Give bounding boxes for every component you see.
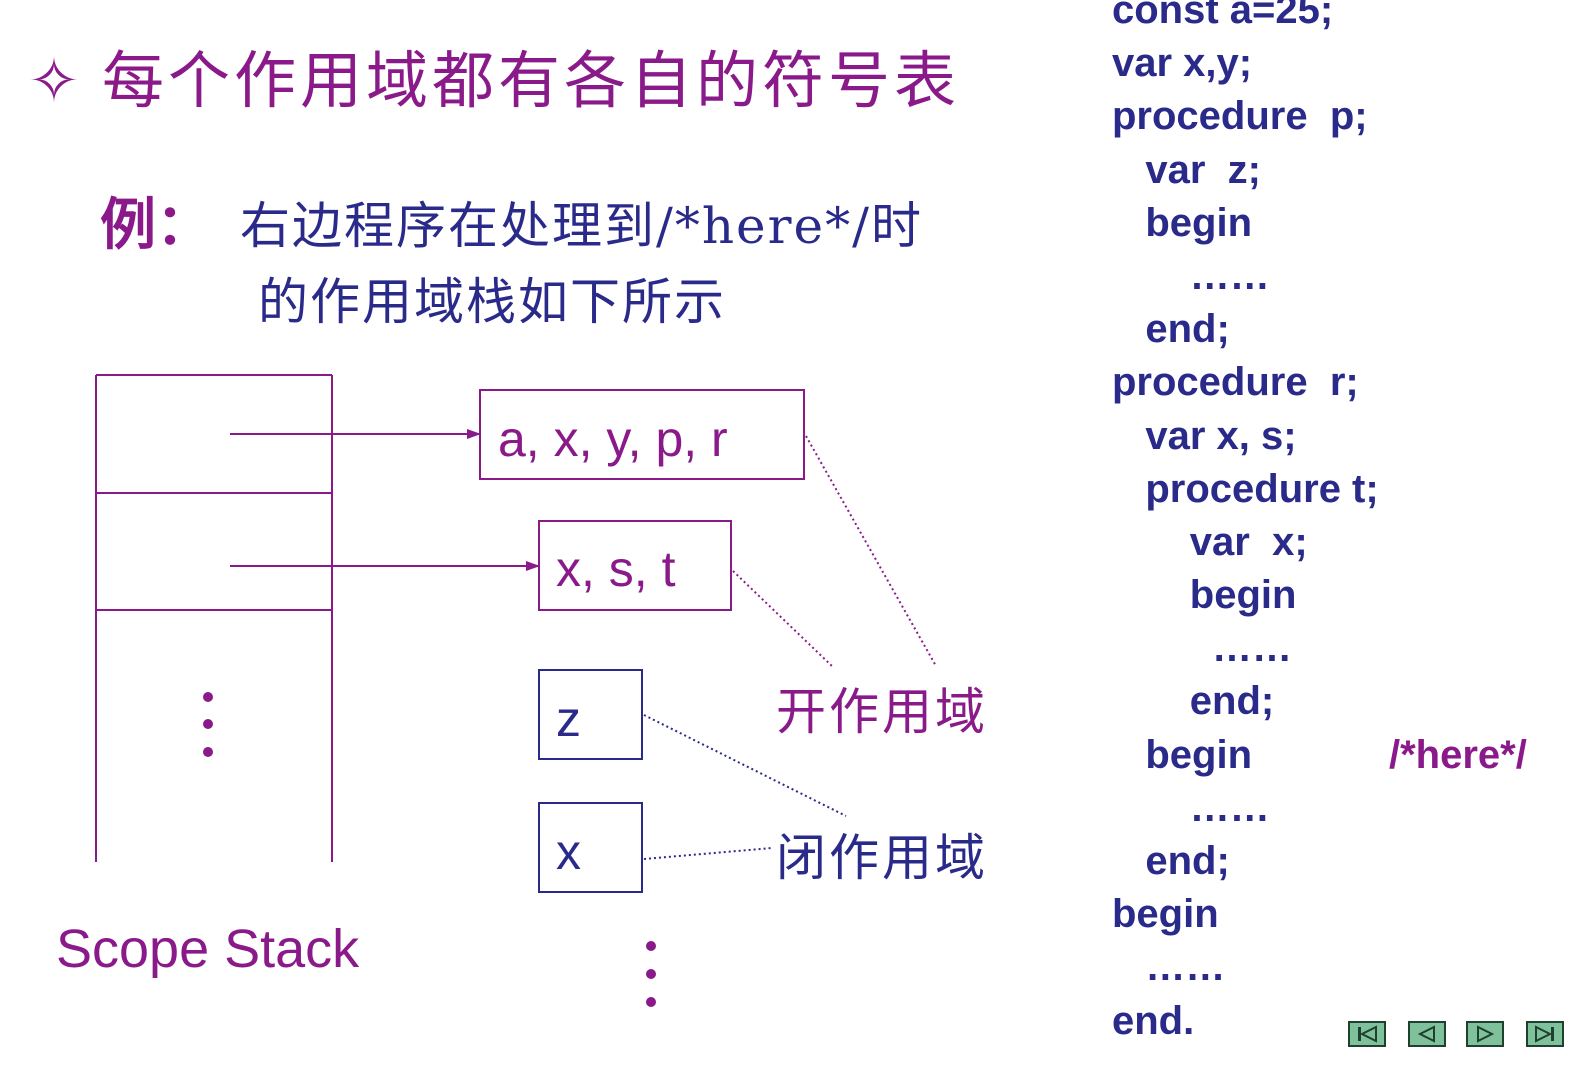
previous-arrow-icon <box>1417 1025 1435 1043</box>
open-scope-label: 开作用域 <box>776 683 988 741</box>
code-line: end; <box>1112 307 1230 352</box>
next-arrow-icon <box>1477 1025 1495 1043</box>
code-line: const a=25; <box>1112 0 1334 32</box>
code-line-text: begin <box>1112 732 1252 777</box>
code-line: …… <box>1112 626 1293 671</box>
code-line: begin <box>1112 200 1252 245</box>
code-line: begin <box>1112 573 1297 618</box>
open-scope-leader-1 <box>805 435 937 667</box>
scope-stack <box>95 374 333 862</box>
code-listing: const a=25; var x,y; procedure p; var z;… <box>1112 0 1527 1048</box>
symbol-table-4-text: x <box>556 824 581 880</box>
skip-to-first-icon <box>1358 1025 1377 1043</box>
code-line: end; <box>1112 839 1230 883</box>
code-line: …… <box>1112 945 1226 990</box>
symbol-tables-ellipsis <box>646 941 656 1007</box>
code-line: procedure r; <box>1112 360 1359 405</box>
open-scope-leader-2 <box>732 570 835 669</box>
symbol-table-3: z <box>538 669 643 760</box>
scope-stack-label: Scope Stack <box>56 919 360 979</box>
code-line: var z; <box>1112 147 1261 192</box>
symbol-table-2-text: x, s, t <box>556 541 676 597</box>
skip-to-last-icon <box>1535 1025 1554 1043</box>
symbol-table-1: a, x, y, p, r <box>479 389 805 480</box>
last-slide-button[interactable] <box>1526 1021 1564 1047</box>
stack-ellipsis <box>203 692 213 757</box>
code-line-with-comment: begin /*here*/ <box>1112 729 1527 782</box>
code-line: var x; <box>1112 519 1308 564</box>
code-line: end. <box>1112 998 1195 1043</box>
closed-scope-leader-2 <box>643 847 773 860</box>
code-line: procedure p; <box>1112 94 1368 139</box>
previous-slide-button[interactable] <box>1408 1021 1446 1047</box>
symbol-table-3-text: z <box>556 691 581 747</box>
code-line: end; <box>1112 679 1275 724</box>
code-line: …… <box>1112 253 1270 298</box>
code-line: …… <box>1112 785 1270 830</box>
first-slide-button[interactable] <box>1348 1021 1386 1047</box>
symbol-table-2: x, s, t <box>538 520 732 611</box>
symbol-table-4: x <box>538 802 643 893</box>
code-line: var x, s; <box>1112 413 1297 458</box>
closed-scope-label: 闭作用域 <box>776 829 988 887</box>
code-line: procedure t; <box>1112 466 1379 511</box>
symbol-table-1-text: a, x, y, p, r <box>498 411 728 467</box>
code-line: var x,y; <box>1112 41 1253 86</box>
code-line: begin <box>1112 892 1219 937</box>
next-slide-button[interactable] <box>1466 1021 1504 1047</box>
here-comment: /*here*/ <box>1389 732 1527 777</box>
